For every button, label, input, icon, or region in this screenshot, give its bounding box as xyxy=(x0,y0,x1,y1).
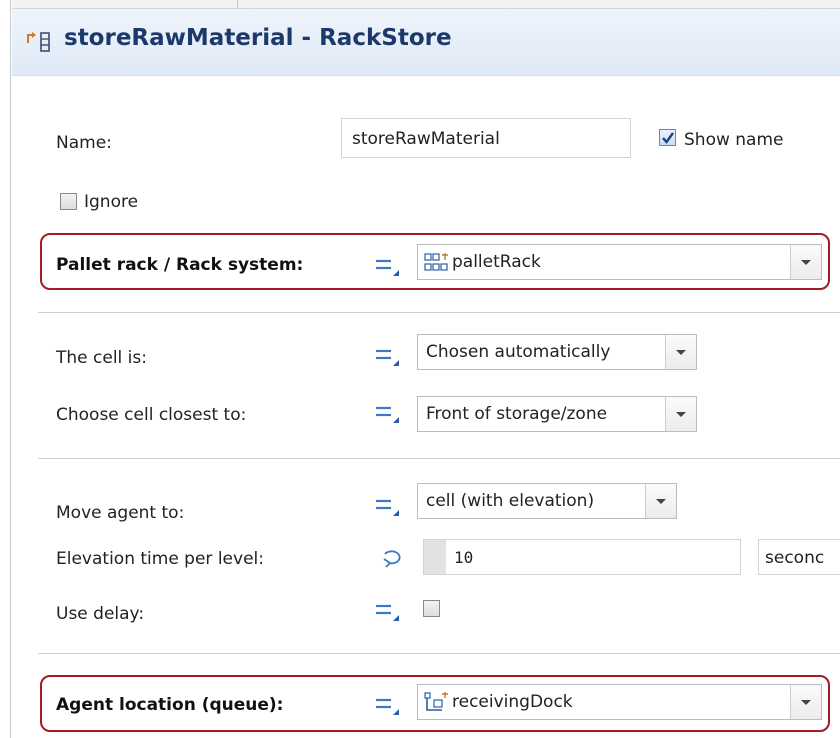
pallet-rack-value: palletRack xyxy=(452,252,541,272)
closest-value: Front of storage/zone xyxy=(426,404,608,424)
static-value-icon xyxy=(376,406,399,423)
closest-dropdown-button[interactable] xyxy=(665,397,696,431)
agent-location-label: Agent location (queue): xyxy=(56,695,284,715)
use-delay-checkbox[interactable] xyxy=(423,600,440,617)
elevation-unit-select[interactable]: seconc xyxy=(758,539,840,575)
show-name-checkbox[interactable] xyxy=(659,129,676,146)
dynamic-value-icon xyxy=(383,550,401,568)
pallet-rack-select[interactable]: palletRack xyxy=(417,244,822,280)
path-node-icon xyxy=(424,692,448,711)
closest-select[interactable]: Front of storage/zone xyxy=(417,396,697,432)
static-value-icon xyxy=(376,349,399,366)
process-block-icon xyxy=(27,32,50,52)
elevation-input-gutter xyxy=(424,540,446,574)
ignore-checkbox[interactable] xyxy=(60,193,77,210)
section-divider xyxy=(38,312,840,313)
move-agent-label: Move agent to: xyxy=(56,503,185,523)
static-value-icon xyxy=(376,698,399,715)
agent-location-select[interactable]: receivingDock xyxy=(417,684,822,720)
static-value-icon xyxy=(376,259,399,276)
section-divider xyxy=(38,458,840,459)
move-agent-select[interactable]: cell (with elevation) xyxy=(417,483,677,519)
closest-label: Choose cell closest to: xyxy=(56,405,247,425)
page-title: storeRawMaterial - RackStore xyxy=(64,25,452,51)
cell-is-value: Chosen automatically xyxy=(426,342,611,362)
cell-is-label: The cell is: xyxy=(56,348,147,368)
cell-is-dropdown-button[interactable] xyxy=(665,335,696,369)
cell-is-select[interactable]: Chosen automatically xyxy=(417,334,697,370)
use-delay-label: Use delay: xyxy=(56,604,145,624)
tab-strip xyxy=(12,0,840,9)
show-name-label: Show name xyxy=(684,130,784,150)
elevation-label: Elevation time per level: xyxy=(56,549,264,569)
properties-header: storeRawMaterial - RackStore xyxy=(12,9,840,76)
checkmark-icon xyxy=(662,132,674,144)
agent-location-value: receivingDock xyxy=(452,692,573,712)
elevation-input[interactable]: 10 xyxy=(423,539,741,575)
static-value-icon xyxy=(376,604,399,621)
ignore-label: Ignore xyxy=(84,192,139,212)
pallet-rack-label: Pallet rack / Rack system: xyxy=(56,255,304,275)
section-divider xyxy=(38,653,840,654)
static-value-icon xyxy=(376,499,399,516)
agent-location-dropdown-button[interactable] xyxy=(790,685,821,719)
move-agent-dropdown-button[interactable] xyxy=(645,484,676,518)
pallet-rack-icon xyxy=(424,253,448,271)
pallet-rack-dropdown-button[interactable] xyxy=(790,245,821,279)
elevation-value: 10 xyxy=(454,548,474,567)
move-agent-value: cell (with elevation) xyxy=(426,491,595,511)
name-label: Name: xyxy=(56,133,112,153)
name-input[interactable]: storeRawMaterial xyxy=(341,118,631,158)
window-left-edge xyxy=(0,0,11,738)
